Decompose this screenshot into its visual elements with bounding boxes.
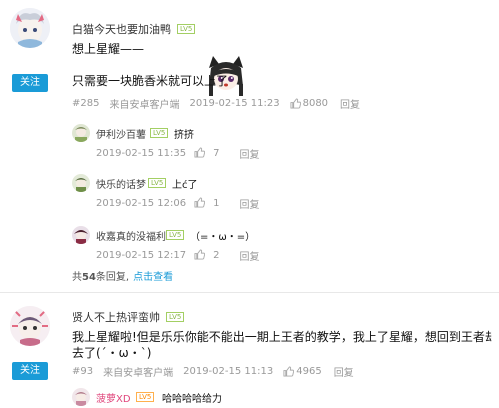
reply-avatar[interactable] <box>72 124 90 142</box>
avatar-column: 关注 <box>10 8 50 92</box>
reply-meta: 2019-02-15 11:35 7 回复 <box>96 146 268 161</box>
view-replies-link[interactable]: 点击查看 <box>133 272 173 283</box>
thumbs-up-icon[interactable] <box>194 248 206 263</box>
divider <box>0 292 499 293</box>
username[interactable]: 贤人不上热评蛮帅 <box>72 309 160 325</box>
reply-text: 上ć了 <box>172 180 198 191</box>
reply-avatar[interactable] <box>72 174 90 192</box>
author-row: 贤人不上热评蛮帅 LV5 <box>72 308 487 326</box>
reply-button[interactable]: 回复 <box>240 248 260 263</box>
level-badge: LV5 <box>148 178 167 188</box>
reply-username[interactable]: 伊利沙百薯 <box>96 126 146 141</box>
reply-text: （=・ω・=） <box>190 232 256 243</box>
timestamp: 2019-02-15 12:06 <box>96 198 187 209</box>
author-row: 白猫今天也要加油鸭 LV5 <box>72 20 487 38</box>
thumbs-up-icon[interactable] <box>194 196 206 211</box>
comment-text-line2: 只需要一块脆香米就可以上了 <box>72 74 229 88</box>
comment-body: 白猫今天也要加油鸭 LV5 <box>72 20 487 38</box>
reply-button[interactable]: 回复 <box>340 96 360 111</box>
reply-username[interactable]: 收嘉真的没福利 <box>96 228 166 243</box>
total-count: 54 <box>82 272 96 283</box>
like-count: 1 <box>213 198 220 209</box>
timestamp: 2019-02-15 12:17 <box>96 250 187 261</box>
avatar[interactable] <box>10 8 50 48</box>
thumbs-up-icon[interactable] <box>290 97 301 109</box>
reply-meta: 2019-02-15 12:06 1 回复 <box>96 196 268 211</box>
comment-meta: #93 来自安卓客户端 2019-02-15 11:13 4965 回复 <box>72 362 364 380</box>
like-count: 4965 <box>296 365 322 377</box>
floor-number: #285 <box>72 97 100 109</box>
comment-text-line1: 想上星耀—— <box>72 42 145 56</box>
comment-card: 关注 贤人不上热评蛮帅 LV5 我上星耀啦!但是乐乐你能不能出一期上王者的教学，… <box>0 300 499 408</box>
reply-meta: 2019-02-15 12:17 2 回复 <box>96 248 268 263</box>
client-label: 来自安卓客户端 <box>109 99 180 111</box>
like-count: 7 <box>213 148 220 159</box>
timestamp: 2019-02-15 11:23 <box>189 97 280 109</box>
thumbs-up-icon[interactable] <box>194 146 206 161</box>
reply-avatar[interactable] <box>72 388 90 406</box>
floor-number: #93 <box>72 365 94 377</box>
reply-username[interactable]: 菠萝XD <box>96 390 131 405</box>
level-badge: LV5 <box>177 24 196 34</box>
timestamp: 2019-02-15 11:13 <box>183 365 274 377</box>
reply-button[interactable]: 回复 <box>240 146 260 161</box>
total-suffix: 条回复, <box>95 272 130 283</box>
reply-button[interactable]: 回复 <box>334 364 354 379</box>
comment-body: 贤人不上热评蛮帅 LV5 <box>72 308 487 326</box>
level-badge: LV5 <box>136 392 155 402</box>
follow-button[interactable]: 关注 <box>12 362 48 380</box>
like-count: 8080 <box>302 97 329 109</box>
follow-button[interactable]: 关注 <box>12 74 48 92</box>
username[interactable]: 白猫今天也要加油鸭 <box>72 21 171 37</box>
reply-username[interactable]: 快乐的话梦 <box>96 176 146 191</box>
like-count: 2 <box>213 250 220 261</box>
comment-card: 关注 白猫今天也要加油鸭 LV5 想上星耀—— 只需要一块脆香米就可以上了 #2… <box>0 0 499 290</box>
avatar[interactable] <box>10 306 50 346</box>
reply-button[interactable]: 回复 <box>240 196 260 211</box>
reply-text: 哈哈哈哈给力 <box>162 394 222 405</box>
comment-meta: #285 来自安卓客户端 2019-02-15 11:23 8080 回复 <box>72 94 370 112</box>
level-badge: LV5 <box>166 312 185 322</box>
reply-text: 挤挤 <box>174 130 194 141</box>
avatar-column: 关注 <box>10 306 50 380</box>
timestamp: 2019-02-15 11:35 <box>96 148 187 159</box>
reply-summary: 共54条回复, 点击查看 <box>72 268 173 283</box>
reply-avatar[interactable] <box>72 226 90 244</box>
thumbs-up-icon[interactable] <box>283 365 295 377</box>
comment-text-line2: 去了(ˊ・ω・ˋ) <box>72 346 152 360</box>
client-label: 来自安卓客户端 <box>103 367 174 379</box>
level-badge: LV5 <box>166 230 185 240</box>
level-badge: LV5 <box>150 128 169 138</box>
total-prefix: 共 <box>72 272 82 283</box>
